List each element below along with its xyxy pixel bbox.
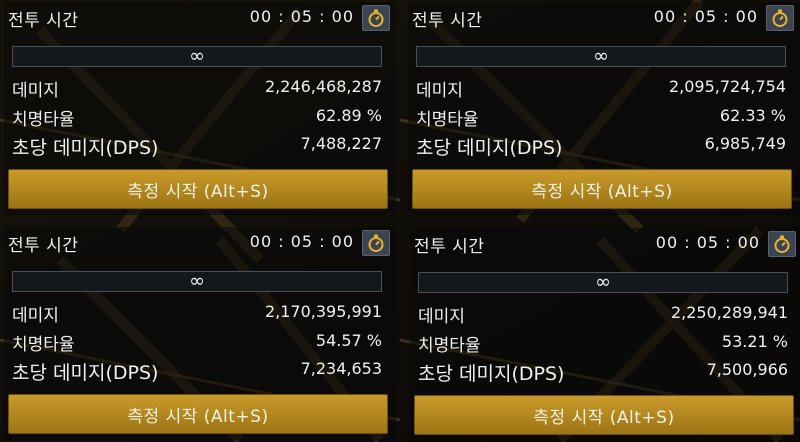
stat-value: 7,500,966 <box>706 360 788 379</box>
panel-header: 전투 시간 00 : 05 : 00 <box>4 2 396 34</box>
duration-progress-bar: ∞ <box>416 46 786 67</box>
start-measure-label: 측정 시작 (Alt+S) <box>531 181 673 202</box>
stat-label: 초당 데미지(DPS) <box>12 137 159 159</box>
stat-row-crit-rate: 치명타율 62.33 % <box>416 105 786 130</box>
duration-progress-bar: ∞ <box>418 272 788 293</box>
start-measure-label: 측정 시작 (Alt+S) <box>533 407 675 428</box>
start-measure-button[interactable]: 측정 시작 (Alt+S) <box>8 394 388 434</box>
dps-panel: 전투 시간 00 : 05 : 00 ∞ 데미지 2,246,468,287 치… <box>4 2 396 215</box>
stat-row-crit-rate: 치명타율 53.21 % <box>418 331 788 356</box>
combat-time-value: 00 : 05 : 00 <box>655 233 760 252</box>
start-measure-label: 측정 시작 (Alt+S) <box>127 181 269 202</box>
stat-value: 53.21 % <box>721 332 788 351</box>
combat-time-value: 00 : 05 : 00 <box>249 7 354 26</box>
panel-header: 전투 시간 00 : 05 : 00 <box>4 227 396 259</box>
stat-value: 2,250,289,941 <box>670 303 788 322</box>
stat-label: 초당 데미지(DPS) <box>418 363 565 385</box>
stopwatch-button[interactable] <box>768 231 796 257</box>
stat-label: 초당 데미지(DPS) <box>416 137 563 159</box>
combat-time-label: 전투 시간 <box>8 11 79 31</box>
stat-label: 데미지 <box>418 307 465 327</box>
stat-row-crit-rate: 치명타율 54.57 % <box>12 330 382 355</box>
stopwatch-icon <box>368 234 384 252</box>
stopwatch-button[interactable] <box>362 230 390 256</box>
duration-progress-bar: ∞ <box>12 271 382 292</box>
stat-row-crit-rate: 치명타율 62.89 % <box>12 105 382 130</box>
stat-value: 2,246,468,287 <box>264 77 382 96</box>
stat-value: 2,170,395,991 <box>264 302 382 321</box>
combat-time-label: 전투 시간 <box>412 11 483 31</box>
stat-value: 6,985,749 <box>704 134 786 153</box>
stat-value: 7,234,653 <box>300 359 382 378</box>
panel-header: 전투 시간 00 : 05 : 00 <box>408 2 800 34</box>
stopwatch-icon <box>368 9 384 27</box>
stat-label: 치명타율 <box>416 110 479 130</box>
stopwatch-button[interactable] <box>362 5 390 31</box>
stat-label: 데미지 <box>12 81 59 101</box>
stat-value: 54.57 % <box>315 331 382 350</box>
stat-label: 치명타율 <box>418 336 481 356</box>
stat-label: 치명타율 <box>12 110 75 130</box>
stat-row-dps: 초당 데미지(DPS) 7,500,966 <box>418 359 788 385</box>
stat-row-damage: 데미지 2,250,289,941 <box>418 302 788 327</box>
stat-value: 62.33 % <box>719 106 786 125</box>
stopwatch-button[interactable] <box>766 5 794 31</box>
stat-row-damage: 데미지 2,246,468,287 <box>12 76 382 101</box>
dps-panel: 전투 시간 00 : 05 : 00 ∞ 데미지 2,250,289,941 치… <box>410 228 800 441</box>
stat-label: 초당 데미지(DPS) <box>12 362 159 384</box>
stat-label: 치명타율 <box>12 335 75 355</box>
stat-row-dps: 초당 데미지(DPS) 6,985,749 <box>416 133 786 159</box>
stat-label: 데미지 <box>416 81 463 101</box>
stopwatch-icon <box>774 235 790 253</box>
infinity-symbol: ∞ <box>189 270 205 292</box>
stat-row-damage: 데미지 2,095,724,754 <box>416 76 786 101</box>
combat-time-label: 전투 시간 <box>8 236 79 256</box>
dps-panel: 전투 시간 00 : 05 : 00 ∞ 데미지 2,170,395,991 치… <box>4 227 396 440</box>
dps-panel: 전투 시간 00 : 05 : 00 ∞ 데미지 2,095,724,754 치… <box>408 2 800 215</box>
infinity-symbol: ∞ <box>593 45 609 67</box>
stat-row-dps: 초당 데미지(DPS) 7,488,227 <box>12 133 382 159</box>
stat-row-dps: 초당 데미지(DPS) 7,234,653 <box>12 358 382 384</box>
stat-value: 62.89 % <box>315 106 382 125</box>
start-measure-button[interactable]: 측정 시작 (Alt+S) <box>412 169 792 209</box>
stat-row-damage: 데미지 2,170,395,991 <box>12 301 382 326</box>
start-measure-button[interactable]: 측정 시작 (Alt+S) <box>8 169 388 209</box>
infinity-symbol: ∞ <box>595 271 611 293</box>
stopwatch-icon <box>772 9 788 27</box>
combat-time-label: 전투 시간 <box>414 237 485 257</box>
stat-label: 데미지 <box>12 306 59 326</box>
duration-progress-bar: ∞ <box>12 46 382 67</box>
combat-time-value: 00 : 05 : 00 <box>249 232 354 251</box>
start-measure-button[interactable]: 측정 시작 (Alt+S) <box>414 395 794 435</box>
panel-header: 전투 시간 00 : 05 : 00 <box>410 228 800 260</box>
infinity-symbol: ∞ <box>189 45 205 67</box>
stat-value: 2,095,724,754 <box>668 77 786 96</box>
stat-value: 7,488,227 <box>300 134 382 153</box>
start-measure-label: 측정 시작 (Alt+S) <box>127 406 269 427</box>
combat-time-value: 00 : 05 : 00 <box>653 7 758 26</box>
